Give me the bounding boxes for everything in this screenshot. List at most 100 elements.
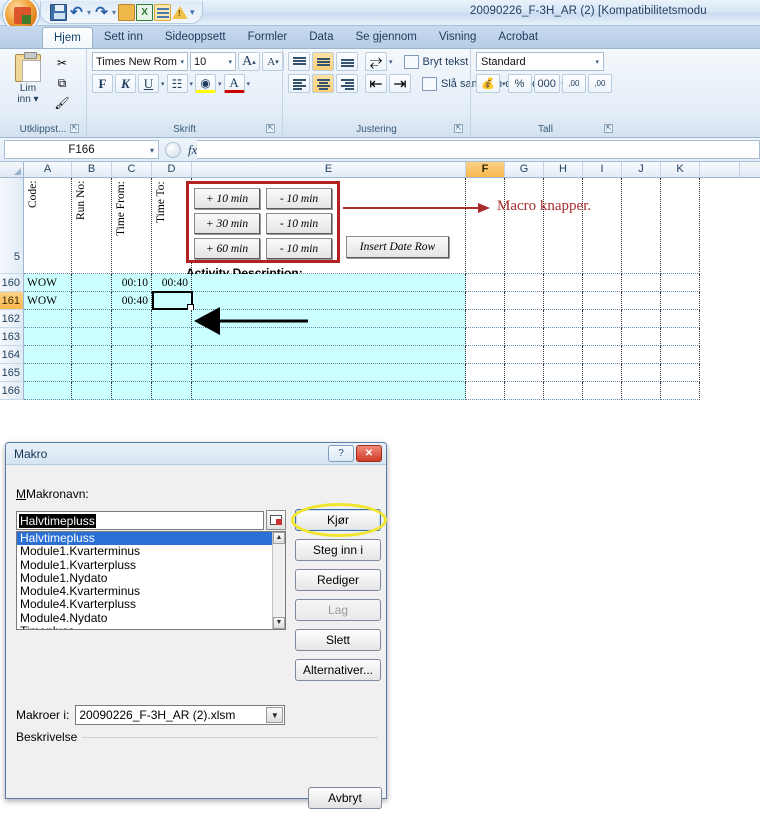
- row-header-161[interactable]: 161: [0, 292, 24, 310]
- row-header-166[interactable]: 166: [0, 382, 24, 400]
- cell-b162[interactable]: [72, 310, 112, 328]
- align-top-icon[interactable]: [288, 52, 310, 71]
- column-header-extra[interactable]: [700, 162, 740, 177]
- help-button[interactable]: ?: [328, 445, 354, 462]
- cell-k165[interactable]: [661, 364, 700, 382]
- cell-c161[interactable]: 00:40: [112, 292, 152, 310]
- delete-button[interactable]: Slett: [295, 629, 381, 651]
- cell-f166[interactable]: [466, 382, 505, 400]
- cell-f161[interactable]: [466, 292, 505, 310]
- increase-decimal-button[interactable]: ,00: [561, 74, 586, 93]
- tab-visning[interactable]: Visning: [428, 27, 488, 48]
- paste-button[interactable]: Lim inn ▾: [5, 52, 51, 105]
- cell-a165[interactable]: [24, 364, 72, 382]
- cell-j161[interactable]: [622, 292, 661, 310]
- cell-c162[interactable]: [112, 310, 152, 328]
- cell-g163[interactable]: [505, 328, 544, 346]
- excel-icon[interactable]: X: [136, 3, 154, 21]
- open-icon[interactable]: [118, 3, 136, 21]
- run-button[interactable]: Kjør: [295, 509, 381, 531]
- column-header-b[interactable]: B: [72, 162, 112, 177]
- cell-i160[interactable]: [583, 274, 622, 292]
- number-format-combo[interactable]: Standard ▾: [476, 52, 604, 71]
- redo-dropdown-icon[interactable]: ▾: [112, 8, 116, 17]
- macros-in-combo[interactable]: 20090226_F-3H_AR (2).xlsm ▼: [75, 705, 286, 725]
- orientation-icon[interactable]: ⥂: [365, 52, 387, 71]
- cell-i166[interactable]: [583, 382, 622, 400]
- cell-k5[interactable]: [661, 178, 700, 274]
- cell-i165[interactable]: [583, 364, 622, 382]
- cell-c163[interactable]: [112, 328, 152, 346]
- list-item[interactable]: Halvtimepluss: [17, 532, 272, 546]
- cell-h5[interactable]: [544, 178, 583, 274]
- cell-b163[interactable]: [72, 328, 112, 346]
- cell-i163[interactable]: [583, 328, 622, 346]
- fill-color-dropdown-icon[interactable]: ▾: [218, 80, 222, 88]
- cell-f164[interactable]: [466, 346, 505, 364]
- font-color-icon[interactable]: A: [223, 74, 245, 93]
- cell-h160[interactable]: [544, 274, 583, 292]
- macro-button-minus-10-b[interactable]: - 10 min: [266, 213, 332, 234]
- cell-b161[interactable]: [72, 292, 112, 310]
- tab-sett-inn[interactable]: Sett inn: [93, 27, 154, 48]
- close-icon[interactable]: ✕: [356, 445, 382, 462]
- cell-e164[interactable]: [192, 346, 466, 364]
- cell-d163[interactable]: [152, 328, 192, 346]
- paste-dropdown-icon[interactable]: ▾: [34, 94, 39, 105]
- edit-button[interactable]: Rediger: [295, 569, 381, 591]
- macro-button-minus-10-a[interactable]: - 10 min: [266, 188, 332, 209]
- italic-button[interactable]: K: [115, 74, 136, 93]
- tab-formler[interactable]: Formler: [237, 27, 299, 48]
- cell-g160[interactable]: [505, 274, 544, 292]
- cell-j165[interactable]: [622, 364, 661, 382]
- row-header-165[interactable]: 165: [0, 364, 24, 382]
- list-item[interactable]: Module1.Kvarterpluss: [17, 558, 272, 572]
- form-icon[interactable]: [154, 3, 172, 21]
- cell-a162[interactable]: [24, 310, 72, 328]
- cell-j163[interactable]: [622, 328, 661, 346]
- column-header-c[interactable]: C: [112, 162, 152, 177]
- customize-qat-icon[interactable]: ▾: [190, 7, 195, 18]
- cell-g165[interactable]: [505, 364, 544, 382]
- cell-f160[interactable]: [466, 274, 505, 292]
- cell-b5[interactable]: Run No:: [72, 178, 112, 274]
- cell-a164[interactable]: [24, 346, 72, 364]
- cell-h162[interactable]: [544, 310, 583, 328]
- cell-k163[interactable]: [661, 328, 700, 346]
- cell-f163[interactable]: [466, 328, 505, 346]
- list-item[interactable]: Module4.Nydato: [17, 611, 272, 625]
- underline-button[interactable]: U: [138, 74, 159, 93]
- cell-d164[interactable]: [152, 346, 192, 364]
- cell-d166[interactable]: [152, 382, 192, 400]
- cell-c5[interactable]: Time From:: [112, 178, 152, 274]
- column-header-h[interactable]: H: [544, 162, 583, 177]
- borders-icon[interactable]: ☷: [166, 74, 188, 93]
- macro-list-scrollbar[interactable]: ▲ ▼: [272, 532, 285, 629]
- column-header-i[interactable]: I: [583, 162, 622, 177]
- column-header-f[interactable]: F: [466, 162, 505, 177]
- cell-j160[interactable]: [622, 274, 661, 292]
- row-header-163[interactable]: 163: [0, 328, 24, 346]
- macro-name-input[interactable]: Halvtimepluss: [16, 511, 264, 530]
- cell-i161[interactable]: [583, 292, 622, 310]
- align-middle-icon[interactable]: [312, 52, 334, 71]
- decrease-indent-icon[interactable]: ⇤: [365, 74, 387, 93]
- macro-button-plus-10[interactable]: + 10 min: [194, 188, 260, 209]
- grow-font-button[interactable]: A ▴: [238, 52, 260, 71]
- cell-k162[interactable]: [661, 310, 700, 328]
- currency-dropdown-icon[interactable]: ▾: [502, 80, 506, 88]
- row-header-162[interactable]: 162: [0, 310, 24, 328]
- number-format-dropdown-icon[interactable]: ▾: [595, 58, 599, 66]
- cell-f5[interactable]: [466, 178, 505, 274]
- cell-j162[interactable]: [622, 310, 661, 328]
- comma-style-button[interactable]: 000: [533, 74, 560, 93]
- column-header-g[interactable]: G: [505, 162, 544, 177]
- decrease-decimal-button[interactable]: ,00: [587, 74, 612, 93]
- warning-icon[interactable]: [172, 4, 189, 21]
- scroll-down-icon[interactable]: ▼: [273, 617, 285, 629]
- chevron-down-icon[interactable]: ▼: [266, 707, 284, 723]
- cell-e160[interactable]: [192, 274, 466, 292]
- font-name-dropdown-icon[interactable]: ▾: [180, 58, 184, 66]
- name-box-dropdown-icon[interactable]: ▾: [150, 146, 154, 155]
- cell-d162[interactable]: [152, 310, 192, 328]
